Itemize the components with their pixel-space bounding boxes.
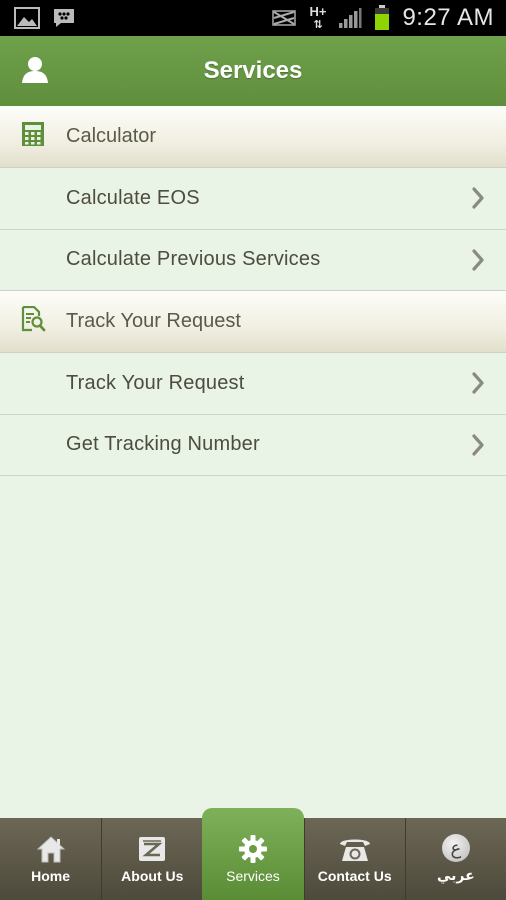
network-hplus-icon: H+ ⇅ [309, 3, 327, 31]
list-item-label: Calculate Previous Services [66, 248, 321, 271]
page-title: Services [203, 57, 303, 84]
clock: 9:27 AM [402, 4, 494, 31]
network-label: H+ [309, 3, 327, 19]
mute-icon [271, 8, 297, 28]
home-icon [36, 834, 66, 864]
list-item-get-tracking-number[interactable]: Get Tracking Number [0, 414, 506, 476]
gallery-icon [14, 7, 40, 29]
chevron-right-icon [468, 186, 488, 210]
tab-contact-us[interactable]: Contact Us [303, 818, 405, 900]
list-item-label: Calculate EOS [66, 186, 200, 209]
list-item-calculate-eos[interactable]: Calculate EOS [0, 168, 506, 230]
list-item-calculate-previous-services[interactable]: Calculate Previous Services [0, 229, 506, 291]
tab-services[interactable]: Services [202, 808, 304, 900]
bottom-tab-bar: Home About Us Services Contact Us ع عربي [0, 808, 506, 900]
tab-label: Contact Us [317, 868, 392, 884]
services-list: Calculator Calculate EOS Calculate Previ… [0, 106, 506, 476]
tab-label: عربي [436, 867, 475, 883]
about-icon [137, 834, 167, 864]
phone-icon [338, 834, 372, 864]
chevron-right-icon [468, 248, 488, 272]
list-item-label: Track Your Request [66, 371, 245, 394]
bbm-icon [52, 7, 76, 29]
tab-arabic[interactable]: ع عربي [404, 818, 506, 900]
arabic-icon: ع [441, 833, 470, 863]
tab-about-us[interactable]: About Us [101, 818, 202, 900]
tab-label: About Us [121, 868, 184, 884]
section-title: Track Your Request [66, 310, 241, 332]
tab-label: Home [31, 868, 71, 884]
tab-label: Services [226, 868, 280, 884]
arabic-glyph: ع [441, 834, 470, 862]
profile-button[interactable] [18, 54, 52, 88]
app-header: Services [0, 36, 506, 106]
section-header-track-request: Track Your Request [0, 291, 506, 353]
chevron-right-icon [468, 433, 488, 457]
document-search-icon [20, 305, 46, 337]
gear-icon [238, 834, 268, 864]
list-item-track-your-request[interactable]: Track Your Request [0, 353, 506, 415]
chevron-right-icon [468, 371, 488, 395]
list-item-label: Get Tracking Number [66, 433, 260, 456]
section-title: Calculator [66, 125, 157, 147]
signal-icon [338, 7, 362, 29]
section-header-calculator: Calculator [0, 106, 506, 168]
tab-home[interactable]: Home [0, 818, 101, 900]
calculator-icon [20, 121, 46, 152]
user-icon [20, 54, 50, 89]
battery-icon [374, 5, 390, 31]
status-bar: H+ ⇅ 9:27 AM [0, 0, 506, 36]
